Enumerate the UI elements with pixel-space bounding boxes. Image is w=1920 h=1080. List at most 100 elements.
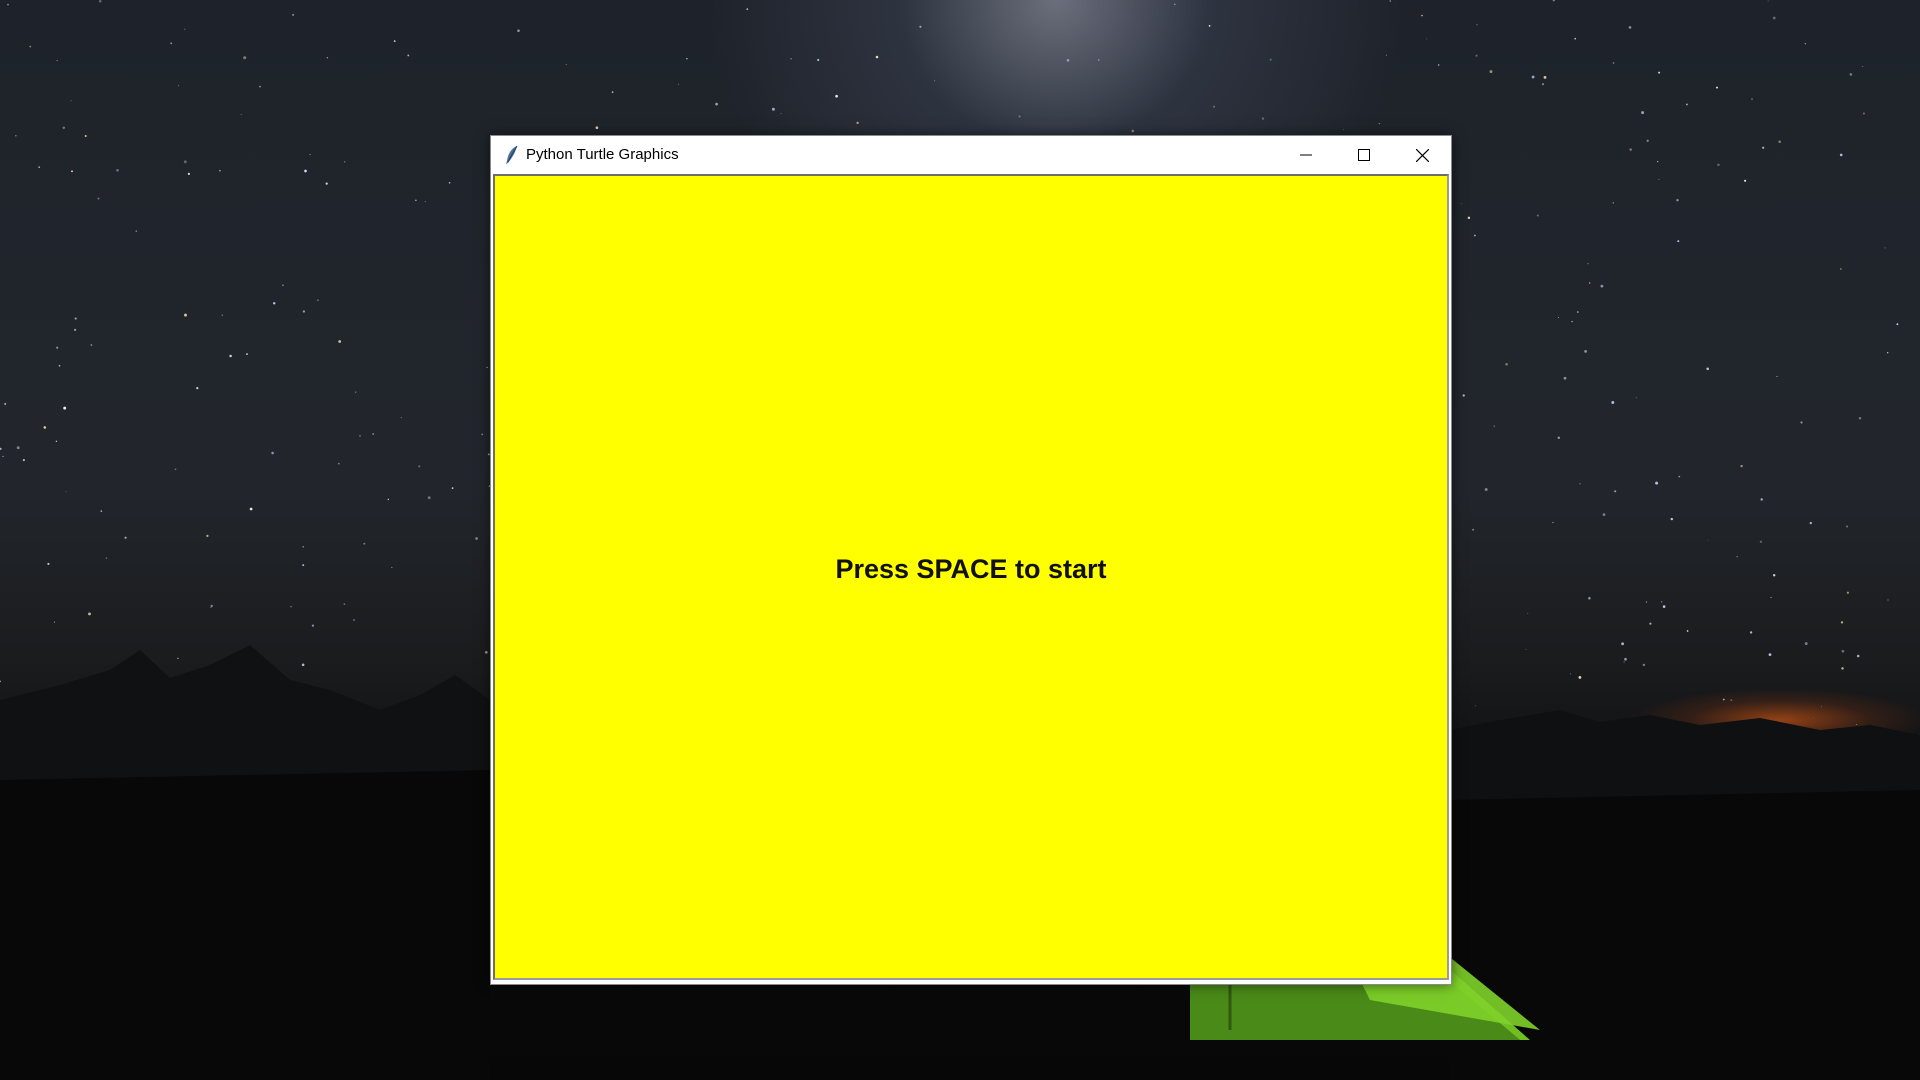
star [1751, 98, 1753, 100]
star [1744, 179, 1747, 182]
star [418, 465, 421, 468]
star [56, 346, 59, 349]
star [259, 85, 261, 88]
star [100, 510, 103, 512]
close-button[interactable] [1393, 136, 1451, 174]
star [2, 455, 4, 458]
maximize-button[interactable] [1335, 136, 1393, 174]
star [97, 197, 100, 200]
minimize-button[interactable] [1277, 136, 1335, 174]
star [337, 462, 340, 465]
star [1602, 513, 1606, 516]
star [43, 426, 47, 429]
star [338, 340, 342, 343]
star [448, 181, 451, 184]
star [90, 344, 93, 346]
star [1800, 421, 1803, 424]
star [780, 113, 782, 115]
star [415, 199, 417, 202]
star [124, 536, 127, 539]
star [1587, 263, 1589, 265]
star [1862, 112, 1865, 115]
star [1563, 376, 1567, 380]
star [1641, 111, 1645, 115]
star [105, 557, 108, 559]
star [22, 459, 25, 462]
star [1655, 481, 1659, 485]
star [271, 451, 274, 455]
star [1343, 129, 1345, 131]
star [1614, 490, 1617, 493]
star [424, 200, 426, 202]
star [1646, 139, 1649, 142]
star [1767, 0, 1769, 2]
star [387, 498, 389, 501]
star [1736, 556, 1738, 558]
star [1131, 129, 1135, 133]
star [1649, 622, 1652, 625]
star [1558, 317, 1559, 318]
star [391, 566, 393, 568]
star [1658, 178, 1660, 180]
star [343, 603, 346, 605]
turtle-canvas[interactable]: Press SPACE to start [493, 174, 1449, 980]
star [84, 134, 87, 138]
close-icon [1415, 148, 1429, 162]
star [677, 83, 680, 85]
star [1887, 352, 1889, 354]
star [1884, 247, 1886, 249]
star [1760, 498, 1763, 501]
star [1686, 630, 1689, 632]
star [71, 170, 73, 173]
star [302, 564, 305, 567]
star [16, 446, 20, 450]
star [875, 55, 879, 59]
star [1657, 161, 1659, 163]
star [1846, 525, 1849, 528]
star [47, 562, 50, 565]
star [407, 54, 410, 57]
star [196, 387, 199, 390]
feather-icon [506, 145, 518, 164]
star [1645, 601, 1648, 603]
star [1577, 311, 1579, 313]
star [1662, 605, 1666, 608]
star [292, 13, 295, 16]
star [790, 58, 792, 60]
star [1493, 425, 1495, 427]
turtle-graphics-window[interactable]: Python Turtle Graphics Press SPACE to st… [490, 135, 1452, 985]
start-prompt-text: Press SPACE to start [835, 554, 1107, 584]
star [304, 169, 307, 173]
star [856, 121, 859, 125]
star [249, 507, 253, 511]
star [1208, 25, 1211, 27]
title-bar[interactable]: Python Turtle Graphics [491, 136, 1451, 174]
star [1489, 70, 1493, 74]
star [1536, 214, 1539, 217]
star [63, 406, 67, 410]
star [1809, 521, 1813, 525]
star [88, 612, 91, 616]
star [1588, 596, 1591, 600]
star [1584, 350, 1587, 353]
star [1612, 62, 1615, 64]
star [302, 310, 306, 313]
star [309, 153, 311, 156]
star [1557, 436, 1561, 440]
star [595, 126, 599, 130]
star [1378, 122, 1381, 125]
star [65, 491, 67, 493]
star [1474, 234, 1476, 237]
star [29, 45, 32, 48]
star [229, 354, 232, 358]
star [746, 8, 749, 10]
star [934, 80, 936, 82]
star [187, 172, 191, 176]
star [178, 85, 180, 87]
star [1846, 591, 1850, 594]
star [243, 56, 247, 60]
star [221, 314, 223, 316]
star [353, 619, 355, 621]
star [7, 3, 9, 6]
star [1670, 517, 1674, 521]
